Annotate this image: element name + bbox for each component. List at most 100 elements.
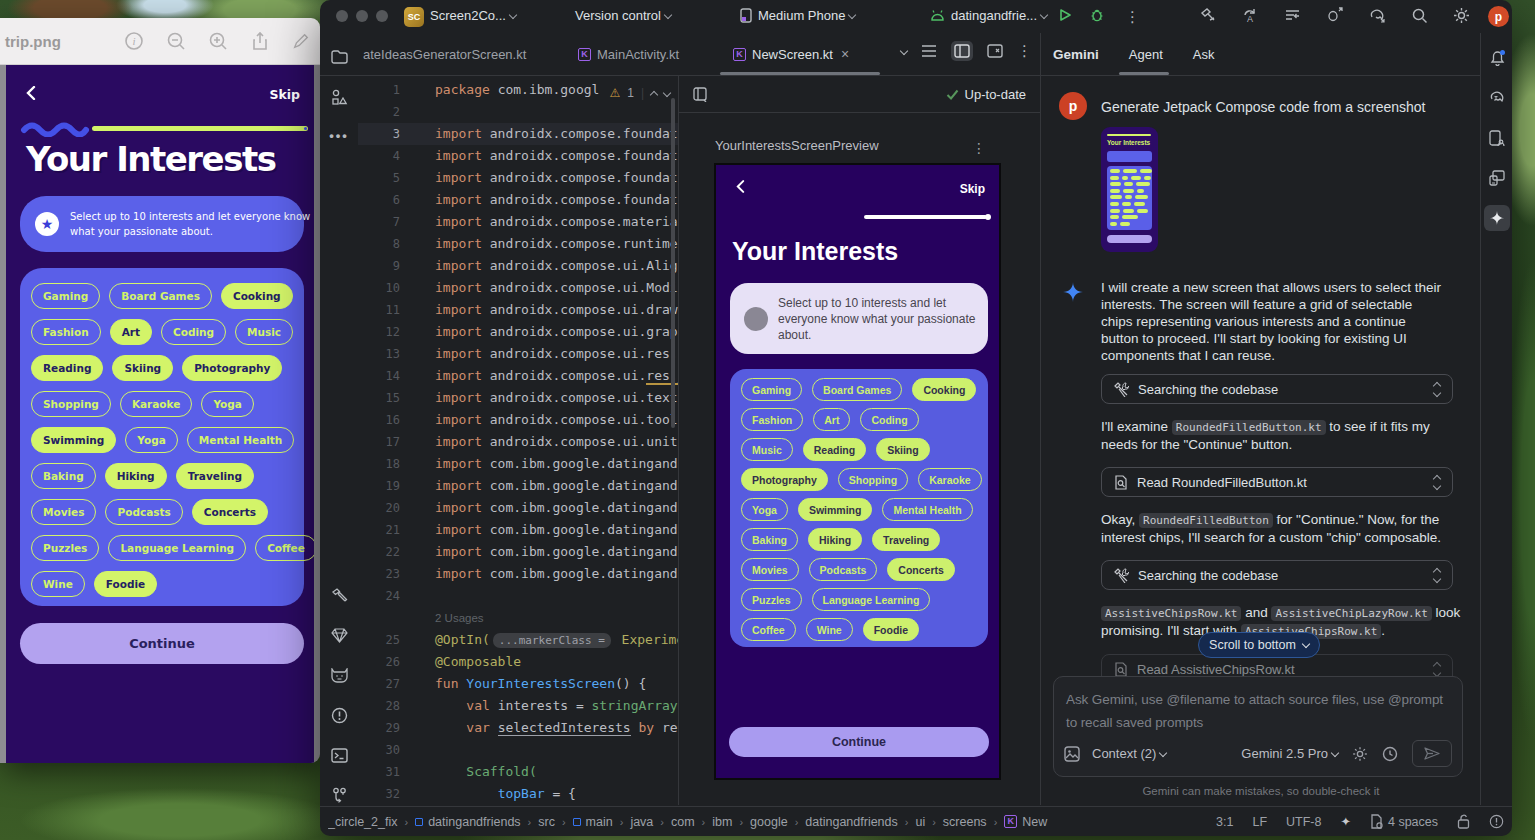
split-editor-icon[interactable]	[951, 41, 973, 61]
code-line: 31 Scaffold(	[358, 761, 678, 783]
sparkle-status-icon[interactable]: ✦	[1340, 814, 1350, 829]
preview-options-menu[interactable]: ⋮	[972, 140, 986, 156]
breadcrumb-item[interactable]: datingandfriends	[415, 815, 520, 829]
model-selector[interactable]: Gemini 2.5 Pro	[1241, 746, 1338, 761]
zoom-out-icon[interactable]	[166, 31, 186, 51]
breadcrumb-item[interactable]: ui	[915, 815, 925, 829]
tab-mainactivity[interactable]: KMainActivity.kt	[578, 33, 679, 75]
gem-tool-icon[interactable]	[329, 625, 349, 645]
gemini-tool-icon[interactable]	[1484, 205, 1510, 231]
context-selector[interactable]: Context (2)	[1092, 746, 1166, 761]
editor-options-menu[interactable]: ⋮	[1017, 42, 1032, 60]
send-button[interactable]	[1412, 740, 1452, 767]
project-menu[interactable]: Screen2Co...	[430, 8, 516, 23]
problems-icon[interactable]	[329, 705, 349, 725]
minimize-window-button[interactable]	[356, 10, 368, 22]
usages-hint[interactable]: 2 Usages	[358, 607, 678, 629]
interest-chip: Karaoke	[120, 391, 193, 417]
project-tool-icon[interactable]	[329, 47, 349, 67]
more-actions-menu[interactable]: ⋮	[1125, 8, 1140, 26]
run-configuration[interactable]: datingandfrie...	[930, 8, 1047, 23]
settings-gear-icon[interactable]	[1453, 7, 1470, 24]
attached-screenshot-thumbnail[interactable]: Your Interests	[1101, 127, 1158, 252]
todo-list-icon[interactable]	[1284, 7, 1301, 24]
line-ending[interactable]: LF	[1252, 815, 1267, 829]
resource-manager-icon[interactable]	[329, 87, 349, 107]
gemini-input-box[interactable]: Ask Gemini, use @filename to attach sour…	[1053, 676, 1463, 777]
interest-chip: Hiking	[105, 463, 167, 489]
editor-list-icon[interactable]	[921, 44, 937, 58]
user-avatar: p	[1059, 92, 1087, 120]
terminal-icon[interactable]	[329, 745, 349, 765]
gradle-sync-icon[interactable]	[1368, 7, 1386, 24]
share-icon[interactable]	[250, 31, 270, 51]
agent-step-searching-the-codebase[interactable]: Searching the codebase	[1101, 374, 1453, 404]
caret-position[interactable]: 3:1	[1216, 815, 1233, 829]
interest-chip: Coding	[860, 408, 918, 431]
left-tool-strip: •••	[320, 33, 358, 805]
attach-image-icon[interactable]	[1064, 746, 1080, 762]
interest-chip: Traveling	[176, 463, 254, 489]
interest-chip: Language Learning	[108, 535, 246, 561]
preview-window-title: trip.png	[5, 33, 61, 50]
more-tools-icon[interactable]: •••	[329, 125, 349, 145]
lock-icon[interactable]	[1457, 814, 1470, 829]
close-window-button[interactable]	[336, 10, 348, 22]
breadcrumb-item[interactable]: java	[630, 815, 653, 829]
zoom-window-button[interactable]	[376, 10, 388, 22]
breadcrumb-item[interactable]: datingandfriends	[805, 815, 897, 829]
tab-newscreen[interactable]: KNewScreen.kt×	[733, 33, 849, 75]
code-editor[interactable]: 1package com.ibm.googl23import androidx.…	[358, 76, 678, 805]
editor-scrollbar[interactable]	[671, 98, 675, 428]
editor-tabbar: ateIdeasGeneratorScreen.kt KMainActivity…	[320, 33, 1040, 76]
indent-setting[interactable]: 4 spaces	[1370, 814, 1438, 829]
search-everywhere-icon[interactable]	[1411, 7, 1428, 24]
tab-ask[interactable]: Ask	[1193, 47, 1215, 62]
gemini-settings-icon[interactable]	[1352, 746, 1368, 762]
device-manager-icon[interactable]	[1487, 128, 1507, 148]
markup-icon[interactable]	[292, 32, 310, 50]
code-line: 21import com.ibm.google.datingand	[358, 519, 678, 541]
breadcrumb-item[interactable]: google	[750, 815, 788, 829]
zoom-in-icon[interactable]	[208, 31, 228, 51]
preview-composable-label[interactable]: YourInterestsScreenPreview	[715, 138, 879, 153]
breadcrumb-item[interactable]: KNew	[1004, 815, 1047, 829]
error-indicator-icon[interactable]	[1489, 814, 1504, 829]
git-icon[interactable]	[329, 785, 349, 805]
agent-step-read-roundedfilledbutton-kt[interactable]: Read RoundedFilledButton.kt	[1101, 467, 1453, 497]
debug-button[interactable]	[1090, 8, 1104, 22]
build-tool-icon[interactable]	[329, 585, 349, 605]
breadcrumb-item[interactable]: ibm	[712, 815, 732, 829]
encoding[interactable]: UTF-8	[1286, 815, 1321, 829]
notifications-icon[interactable]	[1487, 47, 1507, 67]
tab-agent[interactable]: Agent	[1129, 47, 1163, 62]
scroll-to-bottom-button[interactable]: Scroll to bottom	[1198, 632, 1320, 658]
breadcrumb-item[interactable]: screens	[943, 815, 987, 829]
preview-mode-icon[interactable]	[693, 87, 708, 102]
gradle-icon[interactable]	[1487, 87, 1507, 107]
debug-attach-icon[interactable]	[1326, 7, 1343, 24]
prev-issue-chevron[interactable]	[650, 90, 658, 98]
info-icon[interactable]: i	[124, 31, 144, 51]
assistant-bot-icon[interactable]	[329, 665, 349, 685]
agent-step-searching-the-codebase[interactable]: Searching the codebase	[1101, 560, 1453, 590]
vcs-menu[interactable]: Version control	[575, 8, 671, 23]
tab-generateideasgeneratorscreen[interactable]: ateIdeasGeneratorScreen.kt	[363, 33, 526, 75]
breadcrumb-item[interactable]: com	[671, 815, 695, 829]
device-selector[interactable]: Medium Phone	[740, 8, 855, 23]
history-icon[interactable]	[1382, 746, 1398, 762]
preview-layout-icon[interactable]	[987, 44, 1003, 58]
sync-translate-icon[interactable]: A	[1242, 7, 1259, 24]
inspection-widget[interactable]: ⚠1 |	[605, 84, 674, 102]
tab-list-chevron[interactable]	[900, 47, 908, 55]
build-icon[interactable]	[1200, 7, 1217, 24]
close-tab-icon[interactable]: ×	[841, 46, 849, 62]
profile-avatar[interactable]: p	[1488, 6, 1509, 27]
breadcrumb-item[interactable]: _circle_2_fix	[328, 815, 397, 829]
project-icon: SC	[404, 7, 424, 27]
breadcrumb-item[interactable]: main	[573, 815, 613, 829]
breadcrumb-item[interactable]: src	[538, 815, 555, 829]
running-devices-icon[interactable]	[1487, 168, 1507, 188]
run-button[interactable]	[1058, 8, 1072, 22]
next-issue-chevron[interactable]	[663, 89, 671, 97]
